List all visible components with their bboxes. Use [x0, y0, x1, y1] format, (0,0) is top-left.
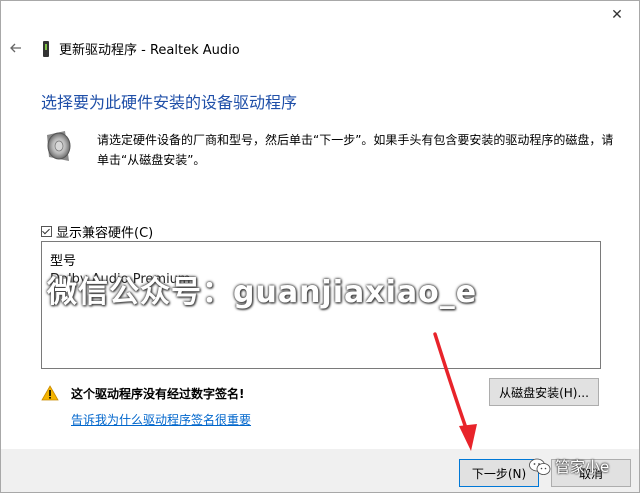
checkbox-icon[interactable]	[41, 226, 52, 237]
driver-update-window: ✕ 更新驱动程序 - Realtek Audio 选择要为此硬件安装的设备驱动程…	[0, 0, 640, 493]
page-heading: 选择要为此硬件安装的设备驱动程序	[41, 93, 298, 112]
window-title: 更新驱动程序 - Realtek Audio	[59, 43, 240, 58]
wechat-icon	[529, 458, 551, 475]
next-button[interactable]: 下一步(N)	[459, 459, 539, 487]
warning-icon	[41, 385, 59, 401]
back-arrow-icon[interactable]	[9, 41, 23, 55]
wechat-badge: 管家小e	[529, 456, 609, 477]
compatible-hardware-checkbox[interactable]: 显示兼容硬件(C)	[41, 222, 153, 241]
speaker-icon	[47, 131, 71, 161]
close-icon: ✕	[611, 7, 623, 23]
window-title-row: 更新驱动程序 - Realtek Audio	[41, 39, 240, 58]
have-disk-button[interactable]: 从磁盘安装(H)...	[489, 378, 599, 406]
watermark-text: 微信公众号：guanjiaxiao_e	[47, 275, 478, 310]
wechat-badge-text: 管家小e	[555, 458, 610, 476]
device-icon	[43, 40, 49, 57]
close-button[interactable]: ✕	[607, 5, 627, 25]
instruction-text: 请选定硬件设备的厂商和型号，然后单击“下一步”。如果手头有包含要安装的驱动程序的…	[97, 133, 614, 167]
compatible-hardware-label: 显示兼容硬件(C)	[56, 226, 154, 241]
signing-info-link[interactable]: 告诉我为什么驱动程序签名很重要	[71, 411, 251, 428]
unsigned-driver-warning: 这个驱动程序没有经过数字签名!	[71, 387, 245, 401]
